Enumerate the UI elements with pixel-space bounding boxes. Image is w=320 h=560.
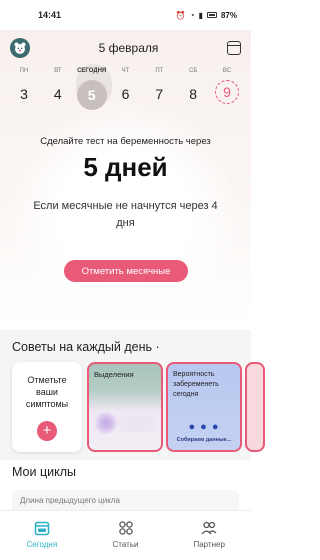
day-tue[interactable]: ВТ 4 bbox=[44, 66, 72, 110]
day-label: ВТ bbox=[54, 68, 62, 74]
partner-icon bbox=[201, 521, 217, 535]
avatar[interactable] bbox=[10, 38, 30, 58]
status-bar: 14:41 ⏰ ◔ ▮ 87% bbox=[0, 0, 251, 30]
day-label: СЕГОДНЯ bbox=[77, 68, 107, 74]
prediction-label: Сделайте тест на беременность через bbox=[40, 136, 211, 147]
day-label: ПН bbox=[19, 68, 29, 74]
tab-label: Сегодня bbox=[26, 540, 58, 549]
add-symptom-button[interactable]: + bbox=[37, 421, 57, 441]
illustration bbox=[95, 412, 117, 434]
cycles-row-label: Длина предыдущего цикла bbox=[20, 496, 120, 505]
tip-card-footer: Собираем данные... bbox=[176, 437, 232, 443]
prediction-subtitle: Если месячные не начнутся через 4 дня bbox=[33, 200, 218, 229]
day-thu[interactable]: ЧТ 6 bbox=[111, 66, 139, 110]
day-number: 7 bbox=[155, 86, 164, 102]
tip-card-symptoms[interactable]: Отметьте ваши симптомы + bbox=[12, 362, 82, 452]
week-strip: ПН 3 ВТ 4 СЕГОДНЯ 5 ЧТ 6 ПТ 7 СБ 8 ВС 9 bbox=[10, 64, 241, 110]
day-sat[interactable]: СБ 8 bbox=[179, 66, 207, 110]
day-number: 9 bbox=[214, 80, 239, 104]
tip-card-pregnancy-chance[interactable]: Вероятность забеременеть сегодня ● ● ● С… bbox=[166, 362, 242, 452]
day-label: ЧТ bbox=[121, 68, 130, 74]
battery-icon bbox=[206, 12, 217, 18]
calendar-icon bbox=[34, 521, 50, 536]
signal-icon: ▮ bbox=[198, 10, 203, 20]
day-mon[interactable]: ПН 3 bbox=[10, 66, 38, 110]
day-sun-predicted-period[interactable]: ВС 9 bbox=[213, 66, 241, 110]
day-number: 5 bbox=[76, 80, 107, 110]
day-number: 6 bbox=[121, 86, 130, 102]
cycles-card[interactable]: Длина предыдущего цикла bbox=[12, 490, 239, 510]
day-number: 8 bbox=[189, 86, 198, 102]
tip-card-text: Вероятность забеременеть сегодня bbox=[173, 371, 219, 398]
mark-period-button[interactable]: Отметить месячные bbox=[64, 260, 188, 282]
header: 5 февраля bbox=[0, 36, 251, 60]
day-fri[interactable]: ПТ 7 bbox=[145, 66, 173, 110]
day-number: 3 bbox=[20, 86, 28, 102]
tab-label: Статьи bbox=[112, 540, 139, 549]
tip-card-text: Выделения bbox=[94, 370, 134, 379]
grid-icon bbox=[118, 521, 133, 535]
day-today[interactable]: СЕГОДНЯ 5 bbox=[76, 66, 107, 110]
tab-partner[interactable]: Партнер bbox=[167, 511, 251, 560]
status-time: 14:41 bbox=[38, 10, 62, 20]
illustration bbox=[119, 416, 155, 432]
loading-dots-icon: ● ● ● bbox=[188, 421, 220, 433]
battery-percent: 87% bbox=[220, 10, 237, 20]
day-label: ВС bbox=[222, 68, 232, 74]
tab-articles[interactable]: Статьи bbox=[84, 511, 168, 560]
tab-today[interactable]: Сегодня bbox=[0, 511, 84, 560]
tab-label: Партнер bbox=[193, 540, 225, 549]
tip-card-text: Отметьте ваши симптомы bbox=[25, 375, 69, 409]
tip-card-partial[interactable] bbox=[245, 362, 265, 452]
prediction-value: 5 дней bbox=[83, 152, 168, 182]
day-label: СБ bbox=[189, 68, 198, 74]
day-number: 4 bbox=[53, 86, 62, 102]
page-title: 5 февраля bbox=[98, 41, 159, 55]
status-icons: ⏰ ◔ ▮ 87% bbox=[176, 11, 237, 20]
tip-card-discharge[interactable]: Выделения bbox=[87, 362, 163, 452]
day-label: ПТ bbox=[155, 68, 164, 74]
bottom-tabbar: Сегодня Статьи Партнер bbox=[0, 510, 251, 560]
cycles-title: Мои циклы bbox=[12, 465, 76, 479]
calendar-icon[interactable] bbox=[227, 41, 241, 55]
alarm-icon: ⏰ bbox=[175, 10, 186, 20]
tips-title: Советы на каждый день · bbox=[12, 340, 160, 354]
wifi-icon: ◔ bbox=[189, 10, 195, 20]
bear-icon bbox=[14, 42, 26, 54]
